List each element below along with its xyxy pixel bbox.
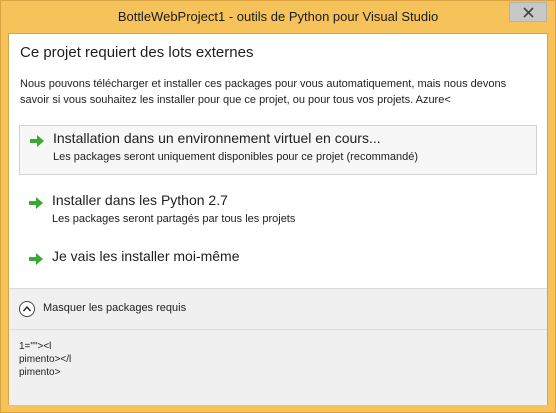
package-line: pimento></l [19,354,72,365]
option-install-python27[interactable]: Installer dans les Python 2.7 Les packag… [19,188,537,238]
divider [9,329,547,330]
hide-packages-label: Masquer les packages requis [43,302,187,314]
dialog-content: Ce projet requiert des lots externes Nou… [8,33,548,405]
option-title: Installation dans un environnement virtu… [53,130,381,146]
required-packages-list: 1=""><l pimento></l pimento> [19,340,71,379]
option-install-virtual-env[interactable]: Installation dans un environnement virtu… [19,125,537,175]
dialog-window: BottleWebProject1 - outils de Python pou… [0,0,556,413]
close-button[interactable] [509,2,547,22]
dialog-heading: Ce projet requiert des lots externes [20,44,254,61]
chevron-up-icon [19,301,35,317]
dialog-description: Nous pouvons télécharger et installer ce… [20,78,507,106]
option-title: Je vais les installer moi-même [52,248,240,264]
green-arrow-icon [29,196,43,214]
window-title: BottleWebProject1 - outils de Python pou… [117,9,439,24]
close-icon [523,7,534,18]
green-arrow-icon [30,134,44,152]
packages-footer: Masquer les packages requis 1=""><l pime… [9,288,547,405]
option-subtitle: Les packages seront uniquement disponibl… [53,151,419,163]
title-bar[interactable]: BottleWebProject1 - outils de Python pou… [1,1,555,33]
option-install-manually[interactable]: Je vais les installer moi-même [19,244,537,276]
option-subtitle: Les packages seront partagés par tous le… [52,213,296,225]
green-arrow-icon [29,252,43,270]
option-title: Installer dans les Python 2.7 [52,192,228,208]
package-line: 1=""><l [19,341,52,352]
package-line: pimento> [19,367,61,378]
